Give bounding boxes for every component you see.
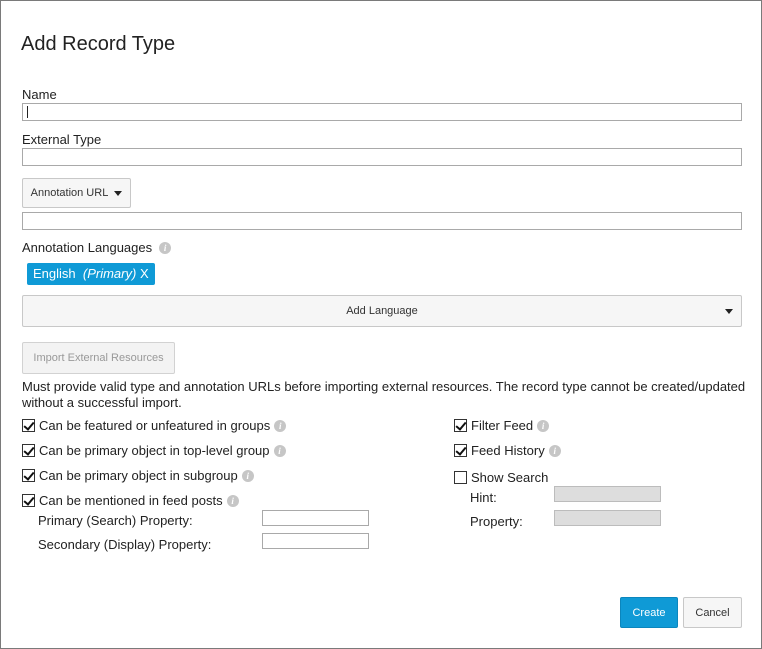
caret-down-icon — [114, 190, 123, 196]
annotation-url-input[interactable] — [22, 212, 742, 230]
option-primary-top-level[interactable]: Can be primary object in top-level group… — [22, 443, 286, 458]
secondary-property-input[interactable] — [262, 533, 369, 549]
create-button[interactable]: Create — [620, 597, 678, 628]
primary-property-input[interactable] — [262, 510, 369, 526]
primary-subgroup-checkbox[interactable] — [22, 469, 35, 482]
option-primary-subgroup[interactable]: Can be primary object in subgroup i — [22, 468, 254, 483]
featured-groups-checkbox[interactable] — [22, 419, 35, 432]
option-feed-history[interactable]: Feed History i — [454, 443, 561, 458]
primary-property-label: Primary (Search) Property: — [38, 513, 193, 528]
hint-input[interactable] — [554, 486, 661, 502]
import-help-text: Must provide valid type and annotation U… — [22, 379, 746, 410]
language-chip-name: English — [33, 266, 76, 281]
option-label: Can be mentioned in feed posts — [39, 493, 223, 508]
annotation-url-dropdown[interactable]: Annotation URL — [22, 178, 131, 208]
option-label: Can be primary object in top-level group — [39, 443, 270, 458]
feed-history-checkbox[interactable] — [454, 444, 467, 457]
filter-feed-checkbox[interactable] — [454, 419, 467, 432]
option-label: Filter Feed — [471, 418, 534, 433]
show-search-checkbox[interactable] — [454, 471, 467, 484]
info-icon[interactable]: i — [159, 241, 172, 254]
mentioned-feed-posts-checkbox[interactable] — [22, 494, 35, 507]
option-label: Can be primary object in subgroup — [39, 468, 238, 483]
name-input[interactable] — [22, 103, 742, 121]
name-label: Name — [22, 87, 57, 102]
caret-down-icon — [725, 309, 733, 314]
property-input[interactable] — [554, 510, 661, 526]
primary-top-level-checkbox[interactable] — [22, 444, 35, 457]
option-show-search[interactable]: Show Search — [454, 470, 548, 485]
info-icon[interactable]: i — [548, 444, 561, 457]
info-icon[interactable]: i — [537, 419, 550, 432]
add-language-label: Add Language — [346, 305, 418, 317]
secondary-property-label: Secondary (Display) Property: — [38, 537, 212, 552]
annotation-languages-label: Annotation Languages — [22, 240, 153, 255]
property-label: Property: — [470, 514, 523, 529]
cancel-button[interactable]: Cancel — [683, 597, 742, 628]
annotation-url-dropdown-label: Annotation URL — [30, 187, 109, 199]
option-label: Can be featured or unfeatured in groups — [39, 418, 271, 433]
info-icon[interactable]: i — [273, 444, 286, 457]
text-cursor — [27, 106, 28, 118]
add-record-type-dialog: Add Record Type Name External Type Annot… — [0, 0, 762, 649]
external-type-input[interactable] — [22, 148, 742, 166]
language-chip-tag: (Primary) — [82, 266, 137, 281]
import-external-resources-button[interactable]: Import External Resources — [22, 342, 175, 374]
option-filter-feed[interactable]: Filter Feed i — [454, 418, 550, 433]
info-icon[interactable]: i — [274, 419, 287, 432]
option-featured-groups[interactable]: Can be featured or unfeatured in groups … — [22, 418, 287, 433]
annotation-languages-heading: Annotation Languages i — [22, 240, 172, 255]
add-language-dropdown[interactable]: Add Language — [22, 295, 742, 327]
option-mentioned-feed-posts[interactable]: Can be mentioned in feed posts i — [22, 493, 239, 508]
option-label: Show Search — [471, 470, 549, 485]
language-chip-english: English (Primary) X — [27, 263, 155, 285]
dialog-title: Add Record Type — [21, 33, 176, 55]
external-type-label: External Type — [22, 132, 102, 147]
remove-language-button[interactable]: X — [140, 266, 149, 281]
option-label: Feed History — [471, 443, 545, 458]
hint-label: Hint: — [470, 490, 497, 505]
info-icon[interactable]: i — [226, 494, 239, 507]
info-icon[interactable]: i — [241, 469, 254, 482]
